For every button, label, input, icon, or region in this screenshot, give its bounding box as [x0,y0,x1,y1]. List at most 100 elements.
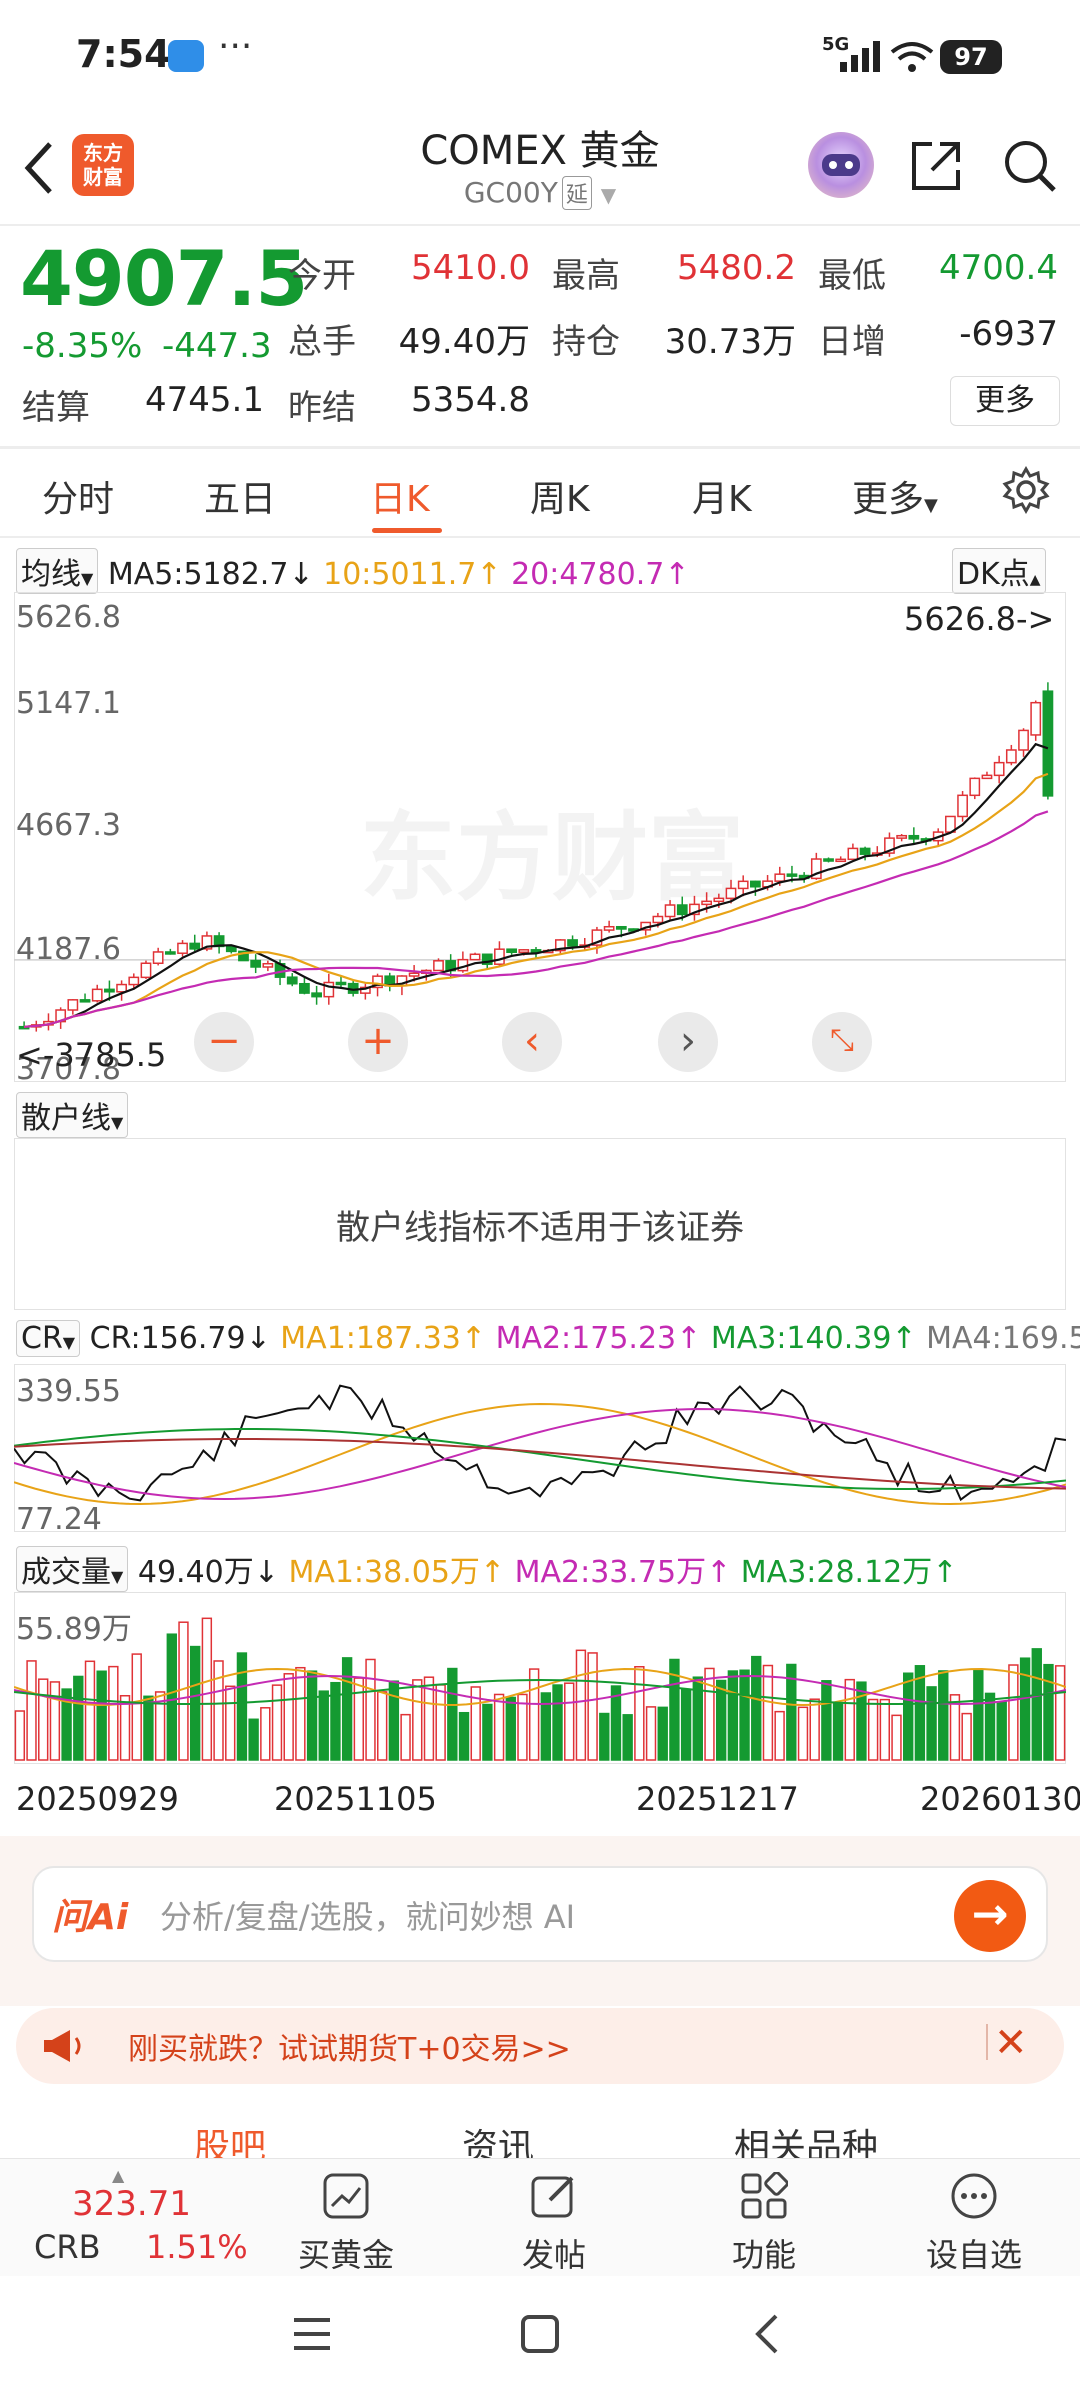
tab-intraday[interactable]: 分时 [42,470,114,522]
volume-bar [260,1707,271,1761]
volume-bar [38,1678,49,1761]
tab-more[interactable]: 更多▼ [852,470,938,522]
candle-body [189,942,201,950]
zoom-out-button[interactable]: − [194,1012,254,1072]
change-percent: -8.35% [22,326,143,366]
candle-body [152,951,164,965]
tab-monthly-k[interactable]: 月K [692,470,752,522]
prev-settle-value: 5354.8 [411,380,530,420]
back-icon[interactable] [752,2312,782,2356]
robot-icon [822,154,860,176]
volume-bar [587,1652,598,1761]
more-circle-icon[interactable] [950,2172,998,2220]
open-label: 今开 [288,256,356,296]
high-label: 最高 [552,256,620,296]
candle-body [1042,690,1054,797]
nav-post[interactable]: 发帖 [484,2230,624,2276]
cr-ma4-text: MA4:169.51 [926,1321,1080,1356]
candle-body [701,900,713,906]
nav-buy-gold[interactable]: 买黄金 [276,2230,416,2276]
scroll-left-button[interactable]: ‹ [502,1012,562,1072]
cr-ma2-value: MA2:175.23↑ [495,1321,702,1356]
ai-input-placeholder[interactable]: 分析/复盘/选股，就问妙想 AI [160,1892,575,1938]
volume-bar [564,1682,575,1761]
volume-bar [727,1670,739,1761]
ai-assistant-avatar[interactable] [808,132,874,198]
close-icon[interactable]: ✕ [994,2020,1028,2066]
candle-body [664,904,676,918]
buy-gold-icon[interactable] [322,2172,370,2220]
candle-body [177,942,188,954]
volume-bar [1008,1664,1019,1761]
search-icon[interactable] [1000,136,1060,196]
back-arrow-icon[interactable] [18,138,62,198]
fullscreen-button[interactable]: ⤡ [812,1012,872,1072]
volume-bar [657,1706,668,1761]
candle-body [250,959,262,968]
cr-selector[interactable]: CR▼ [16,1320,81,1357]
volume-bar [482,1703,493,1761]
signal-icon [840,41,880,72]
nav-add-watchlist[interactable]: 设自选 [904,2230,1044,2276]
grid-icon[interactable] [740,2172,788,2220]
cr-ma1-text: MA1:187.33 [280,1321,461,1356]
retail-line-row: 散户线▼ [16,1092,129,1138]
volume-bar [973,1668,984,1761]
dk-point-selector[interactable]: DK点▲ [952,548,1046,594]
crb-name[interactable]: CRB [34,2228,101,2266]
dk-point-box: DK点▲ [952,548,1046,594]
candle-body [896,834,908,839]
ma5-value: MA5:5182.7↓ [107,557,314,592]
promo-text[interactable]: 刚买就跌？试试期货T+0交易>> [128,2024,571,2068]
tab-weekly-k[interactable]: 周K [530,470,590,522]
ma-selector[interactable]: 均线▼ [16,548,99,594]
volume-bar [412,1679,423,1761]
share-icon[interactable] [906,136,966,196]
ma20-value: 20:4780.7↑ [511,557,690,592]
volume-bar [84,1660,96,1761]
candle-body [299,982,310,994]
volume-bar [225,1685,236,1761]
candle-body [433,960,444,972]
ma5-line [24,742,1049,1028]
volume-bar [926,1686,937,1761]
crb-percent[interactable]: 1.51% [146,2228,248,2266]
candle-body [567,939,578,947]
volume-bar [341,1657,353,1761]
volume-bar [891,1714,902,1761]
home-icon[interactable] [520,2314,560,2354]
menu-icon[interactable] [292,2316,332,2352]
volume-label: 总手 [288,322,356,362]
scroll-right-button[interactable]: › [658,1012,718,1072]
volume-bar [14,1710,26,1761]
candle-body [981,774,993,780]
candle-body [957,794,968,818]
volume-bar [213,1660,224,1761]
candle-body [1018,729,1029,751]
arrow-right-icon: → [971,1889,1009,1940]
vol-ma2-value: MA2:33.75万↑ [514,1555,732,1590]
candle-body [774,873,786,882]
open-value: 5410.0 [411,248,530,288]
low-label: 最低 [818,256,886,296]
delay-tag: 延 [561,176,592,210]
edit-icon[interactable] [530,2172,578,2220]
gear-icon[interactable] [1002,466,1050,514]
y-axis-label: 4667.3 [16,808,121,843]
contract-selector[interactable]: GC00Y 延 ▼ [300,176,780,210]
volume-bar [435,1684,446,1761]
tab-daily-k[interactable]: 日K [370,470,430,522]
crb-value[interactable]: 323.71 [72,2184,191,2224]
tab-five-day[interactable]: 五日 [204,470,276,522]
more-quote-button[interactable]: 更多 [950,376,1060,426]
app-logo: 东方 财富 [72,134,134,196]
retail-line-selector[interactable]: 散户线▼ [16,1092,129,1138]
volume-selector[interactable]: 成交量▼ [16,1546,129,1592]
candle-body [140,962,152,979]
ai-send-button[interactable]: → [954,1880,1026,1952]
volume-bar [493,1693,505,1761]
vol-ma1-value: MA1:38.05万↑ [288,1555,506,1590]
nav-functions[interactable]: 功能 [694,2230,834,2276]
zoom-in-button[interactable]: + [348,1012,408,1072]
volume-bar [458,1711,470,1761]
